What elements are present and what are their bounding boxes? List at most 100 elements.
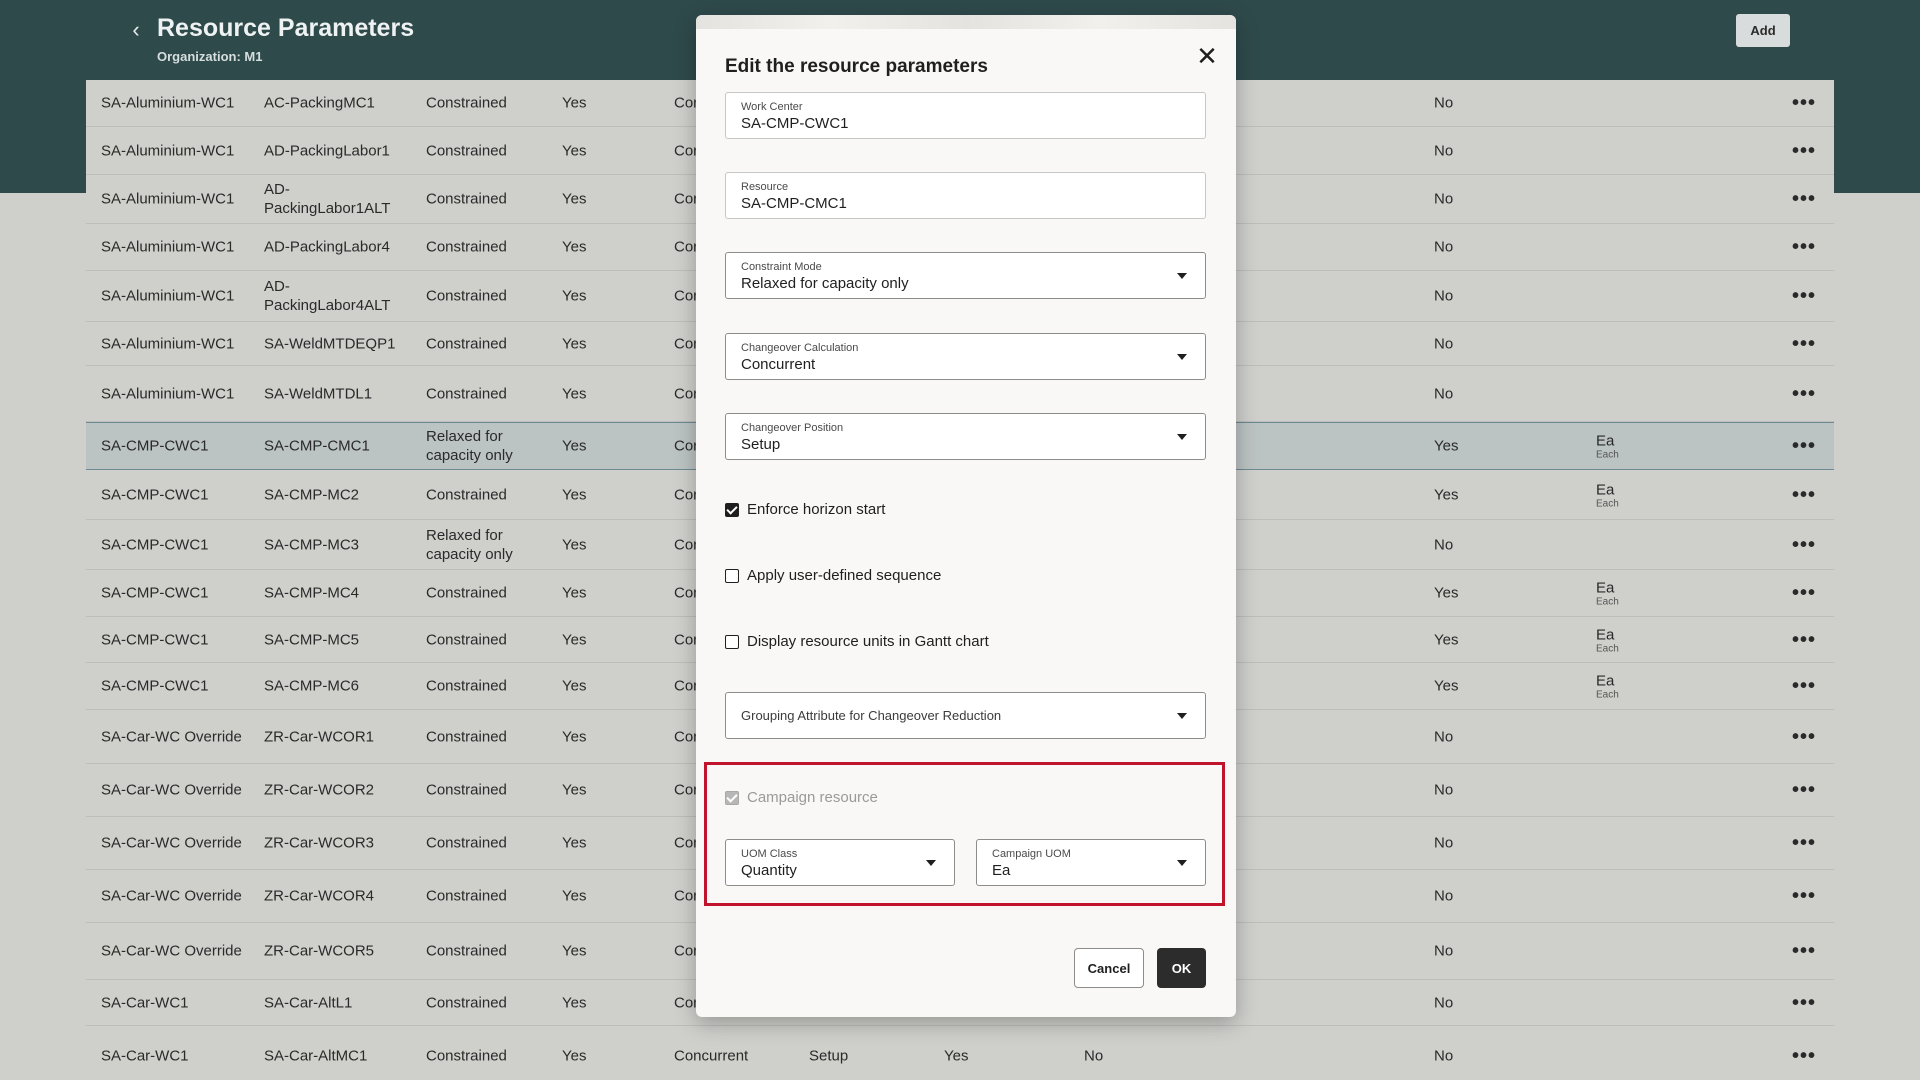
- table-cell: SA-Aluminium-WC1: [101, 238, 235, 256]
- enforce-horizon-label: Enforce horizon start: [747, 501, 886, 518]
- caret-down-icon[interactable]: [1177, 272, 1187, 279]
- table-cell: Yes: [562, 142, 587, 159]
- more-actions-icon[interactable]: •••: [1792, 727, 1816, 747]
- more-actions-icon[interactable]: •••: [1792, 334, 1816, 354]
- uom-class-select[interactable]: UOM Class Quantity: [725, 839, 955, 886]
- campaign-uom-label: Campaign UOM: [992, 848, 1071, 860]
- table-cell: SA-CMP-CWC1: [101, 437, 209, 455]
- close-icon[interactable]: ✕: [1192, 41, 1222, 71]
- table-cell: Yes: [562, 781, 587, 799]
- table-cell: Yes: [1434, 584, 1459, 602]
- caret-down-icon[interactable]: [1177, 433, 1187, 440]
- table-cell: Yes: [562, 238, 587, 256]
- table-cell-uom: Ea Each: [1596, 579, 1619, 608]
- constraint-mode-select[interactable]: Constraint Mode Relaxed for capacity onl…: [725, 252, 1206, 299]
- more-actions-icon[interactable]: •••: [1792, 1046, 1816, 1066]
- table-cell: ZR-Car-WCOR3: [264, 834, 374, 852]
- table-cell: Yes: [562, 190, 587, 208]
- table-cell: Yes: [562, 94, 587, 112]
- uom-code: Ea: [1596, 432, 1615, 450]
- more-actions-icon[interactable]: •••: [1792, 630, 1816, 650]
- table-cell: SA-Car-WC1: [101, 994, 189, 1011]
- table-cell: SA-CMP-MC6: [264, 677, 360, 695]
- campaign-uom-value: Ea: [992, 862, 1011, 879]
- table-cell: No: [1434, 238, 1454, 256]
- table-row[interactable]: SA-Car-WC1 SA-Car-AltMC1 Constrained Yes Con…: [86, 1026, 1834, 1080]
- changeover-position-select[interactable]: Changeover Position Setup: [725, 413, 1206, 460]
- table-cell: SA-Aluminium-WC1: [101, 190, 235, 208]
- table-cell: SA-CMP-CWC1: [101, 631, 209, 648]
- caret-down-icon[interactable]: [1177, 859, 1187, 866]
- table-cell: Constrained: [426, 887, 507, 905]
- table-cell: No: [1434, 385, 1454, 402]
- add-button[interactable]: Add: [1736, 14, 1790, 47]
- table-cell: Relaxed for capacity only: [426, 526, 513, 563]
- more-actions-icon[interactable]: •••: [1792, 676, 1816, 696]
- apply-sequence-checkbox[interactable]: Apply user-defined sequence: [725, 567, 941, 584]
- edit-resource-dialog: Edit the resource parameters ✕ Work Cent…: [696, 15, 1236, 1017]
- table-cell: Yes: [944, 1047, 969, 1064]
- more-actions-icon[interactable]: •••: [1792, 286, 1816, 306]
- dialog-title: Edit the resource parameters: [725, 56, 988, 77]
- table-cell: Constrained: [426, 385, 507, 402]
- uom-code: Ea: [1596, 626, 1615, 643]
- more-actions-icon[interactable]: •••: [1792, 237, 1816, 257]
- more-actions-icon[interactable]: •••: [1792, 993, 1816, 1013]
- table-cell: No: [1434, 781, 1454, 799]
- table-cell: Constrained: [426, 631, 507, 648]
- checkbox-icon[interactable]: [725, 568, 739, 583]
- changeover-position-value: Setup: [741, 436, 781, 453]
- table-cell: Yes: [562, 536, 587, 553]
- table-cell: SA-Aluminium-WC1: [101, 142, 235, 159]
- changeover-calculation-label: Changeover Calculation: [741, 342, 859, 354]
- campaign-uom-select[interactable]: Campaign UOM Ea: [976, 839, 1206, 886]
- checkbox-checked-icon[interactable]: [725, 502, 739, 517]
- more-actions-icon[interactable]: •••: [1792, 141, 1816, 161]
- more-actions-icon[interactable]: •••: [1792, 583, 1816, 603]
- resource-field: Resource SA-CMP-CMC1: [725, 172, 1206, 219]
- more-actions-icon[interactable]: •••: [1792, 780, 1816, 800]
- caret-down-icon[interactable]: [1177, 353, 1187, 360]
- more-actions-icon[interactable]: •••: [1792, 833, 1816, 853]
- work-center-value: SA-CMP-CWC1: [741, 115, 849, 132]
- table-cell: No: [1084, 1047, 1104, 1064]
- caret-down-icon[interactable]: [1177, 712, 1187, 719]
- uom-class-label: UOM Class: [741, 848, 798, 860]
- chevron-left-icon[interactable]: ‹: [124, 18, 148, 42]
- enforce-horizon-checkbox[interactable]: Enforce horizon start: [725, 501, 885, 518]
- table-cell: SA-Car-AltMC1: [264, 1047, 368, 1064]
- display-units-checkbox[interactable]: Display resource units in Gantt chart: [725, 633, 989, 650]
- page-subtitle: Organization: M1: [157, 49, 263, 64]
- uom-name: Each: [1596, 643, 1619, 654]
- cancel-button[interactable]: Cancel: [1074, 948, 1144, 988]
- table-cell: SA-Aluminium-WC1: [101, 287, 235, 305]
- table-cell: ZR-Car-WCOR4: [264, 887, 374, 905]
- more-actions-icon[interactable]: •••: [1792, 485, 1816, 505]
- table-cell: SA-Car-WC Override: [101, 728, 242, 745]
- table-cell: Yes: [1434, 631, 1459, 648]
- table-cell: SA-Aluminium-WC1: [101, 385, 235, 402]
- table-cell: No: [1434, 335, 1454, 352]
- campaign-resource-label: Campaign resource: [747, 789, 878, 806]
- changeover-calculation-select[interactable]: Changeover Calculation Concurrent: [725, 333, 1206, 380]
- more-actions-icon[interactable]: •••: [1792, 93, 1816, 113]
- table-cell: Constrained: [426, 677, 507, 695]
- more-actions-icon[interactable]: •••: [1792, 384, 1816, 404]
- more-actions-icon[interactable]: •••: [1792, 535, 1816, 555]
- grouping-attribute-select[interactable]: Grouping Attribute for Changeover Reduct…: [725, 692, 1206, 739]
- table-cell: SA-Car-WC1: [101, 1047, 189, 1064]
- table-cell: Constrained: [426, 190, 507, 208]
- ok-button[interactable]: OK: [1157, 948, 1206, 988]
- table-cell: Constrained: [426, 486, 507, 503]
- table-cell: Constrained: [426, 781, 507, 799]
- more-actions-icon[interactable]: •••: [1792, 886, 1816, 906]
- more-actions-icon[interactable]: •••: [1792, 436, 1816, 456]
- table-cell: Yes: [562, 631, 587, 648]
- caret-down-icon[interactable]: [926, 859, 936, 866]
- more-actions-icon[interactable]: •••: [1792, 189, 1816, 209]
- table-cell: No: [1434, 834, 1454, 852]
- checkbox-icon[interactable]: [725, 634, 739, 649]
- more-actions-icon[interactable]: •••: [1792, 941, 1816, 961]
- table-cell-uom: Ea Each: [1596, 432, 1619, 461]
- table-cell: SA-Car-WC Override: [101, 834, 242, 852]
